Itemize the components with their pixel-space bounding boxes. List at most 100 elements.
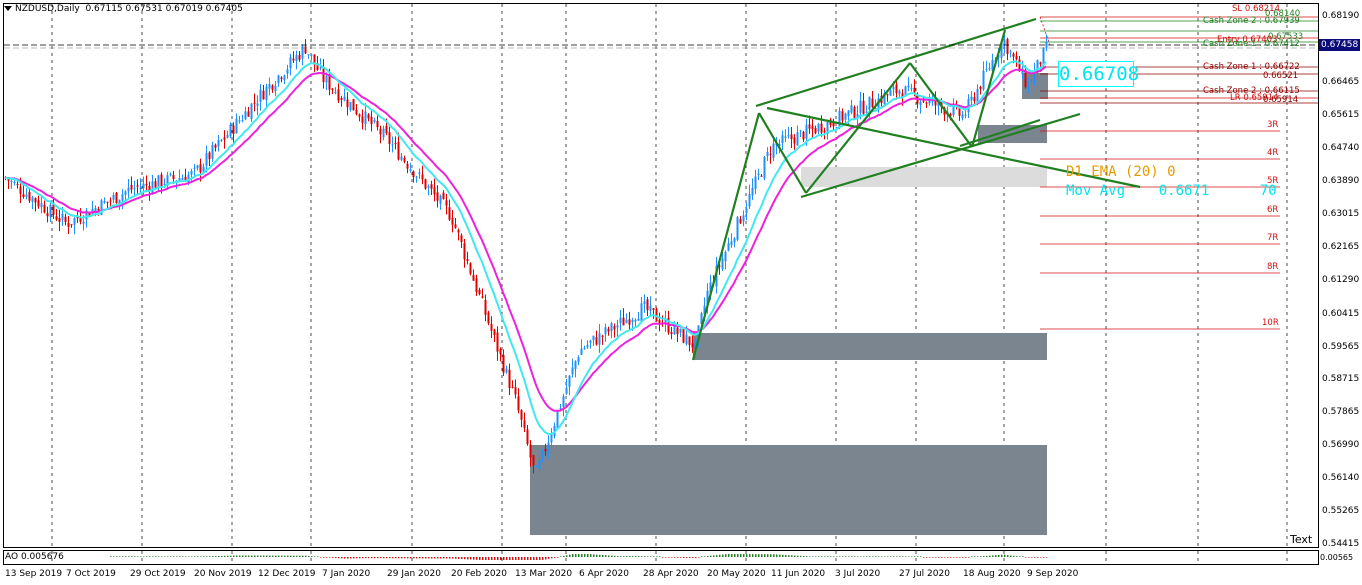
- ao-bar: [509, 557, 511, 560]
- ao-bar: [746, 554, 748, 557]
- candle-body: [541, 449, 544, 460]
- ao-bar: [686, 557, 688, 558]
- ao-bar: [995, 555, 997, 557]
- candle-body: [214, 144, 217, 148]
- ao-bar: [785, 554, 787, 557]
- date-tick-label: 20 May 2020: [707, 569, 766, 579]
- ao-bar: [608, 555, 610, 557]
- ao-bar: [755, 554, 757, 557]
- ao-bar: [446, 557, 448, 559]
- candle-body: [571, 367, 574, 375]
- candle-body: [487, 312, 490, 324]
- ao-bar: [923, 557, 925, 558]
- candle-body: [343, 96, 346, 101]
- candle-body: [244, 111, 247, 120]
- candle-body: [838, 110, 841, 128]
- ao-bar: [662, 557, 664, 558]
- candle-body: [127, 187, 130, 192]
- ao-bar: [758, 554, 760, 557]
- candle-body: [262, 90, 265, 100]
- candle-body: [448, 207, 451, 220]
- candle-body: [850, 105, 853, 113]
- ao-bar: [695, 557, 697, 558]
- ao-bar: [191, 556, 193, 557]
- candle-body: [511, 386, 514, 388]
- ao-bar: [566, 555, 568, 557]
- ao-bar: [1031, 557, 1033, 558]
- ao-bar: [221, 555, 223, 557]
- candle-body: [895, 84, 898, 94]
- ao-bar: [116, 556, 118, 557]
- ao-bar: [827, 556, 829, 557]
- ao-bar: [422, 557, 424, 559]
- ao-bar: [140, 556, 142, 557]
- dropdown-triangle-icon[interactable]: [4, 6, 12, 11]
- ao-bar: [935, 557, 937, 558]
- candle-body: [340, 98, 343, 100]
- candle-body: [238, 120, 241, 122]
- ao-bar: [941, 557, 943, 558]
- ao-bar: [230, 555, 232, 557]
- date-tick-label: 7 Oct 2019: [66, 569, 116, 579]
- r-level-label: 8R: [1267, 262, 1279, 272]
- ao-bar: [560, 556, 562, 557]
- ao-bar: [524, 557, 526, 560]
- candle-body: [580, 348, 583, 355]
- ao-bar: [605, 555, 607, 557]
- candle-body: [142, 183, 145, 189]
- candle-body: [583, 348, 586, 350]
- candle-body: [241, 120, 244, 122]
- candle-body: [286, 69, 289, 74]
- price-tick-label: 0.64740: [1322, 143, 1360, 154]
- candle-body: [475, 278, 478, 292]
- ohlc-label: 0.67115 0.67531 0.67019 0.67405: [85, 4, 243, 14]
- ao-bar: [668, 557, 670, 558]
- candle-body: [307, 54, 310, 56]
- candle-body: [745, 208, 748, 213]
- ao-bar: [179, 556, 181, 557]
- ao-bar: [845, 556, 847, 557]
- candle-body: [451, 217, 454, 225]
- ao-bar: [911, 556, 913, 557]
- candle-body: [19, 186, 22, 194]
- ao-bar: [803, 556, 805, 557]
- ao-bar: [671, 557, 673, 558]
- ao-bar: [1016, 556, 1018, 557]
- ao-bar: [419, 557, 421, 559]
- candle-body: [1006, 38, 1009, 55]
- candle-body: [538, 460, 541, 470]
- candle-body: [760, 175, 763, 177]
- candle-body: [403, 157, 406, 162]
- ao-bar: [536, 557, 538, 560]
- candle-body: [973, 97, 976, 102]
- candle-body: [685, 334, 688, 345]
- candle-body: [613, 325, 616, 330]
- ao-bar: [620, 556, 622, 557]
- candle-body: [259, 89, 262, 102]
- ao-bar: [818, 556, 820, 557]
- current-price-box: 0.67458: [1319, 39, 1360, 51]
- candle-body: [628, 319, 631, 325]
- candle-body: [130, 185, 133, 190]
- ao-bar: [974, 556, 976, 557]
- candle-body: [892, 87, 895, 90]
- candle-body: [808, 124, 811, 129]
- ao-bar: [1037, 557, 1039, 558]
- ao-bar: [248, 555, 250, 557]
- ao-bar: [542, 557, 544, 560]
- candle-body: [976, 88, 979, 103]
- candle-body: [331, 88, 334, 90]
- ao-bar: [338, 557, 340, 559]
- price-chart[interactable]: [0, 0, 1362, 585]
- candle-body: [547, 442, 550, 454]
- candle-body: [622, 317, 625, 326]
- ao-bar: [182, 556, 184, 557]
- candle-body: [730, 241, 733, 246]
- text-marker[interactable]: Text: [1290, 533, 1312, 546]
- candle-body: [292, 58, 295, 61]
- mov-avg-text: Mov Avg 0.6671: [1066, 183, 1210, 199]
- ao-bar: [794, 555, 796, 557]
- candle-body: [988, 68, 991, 70]
- demand-zone-june: [801, 167, 1047, 187]
- price-tick-label: 0.57865: [1322, 406, 1360, 417]
